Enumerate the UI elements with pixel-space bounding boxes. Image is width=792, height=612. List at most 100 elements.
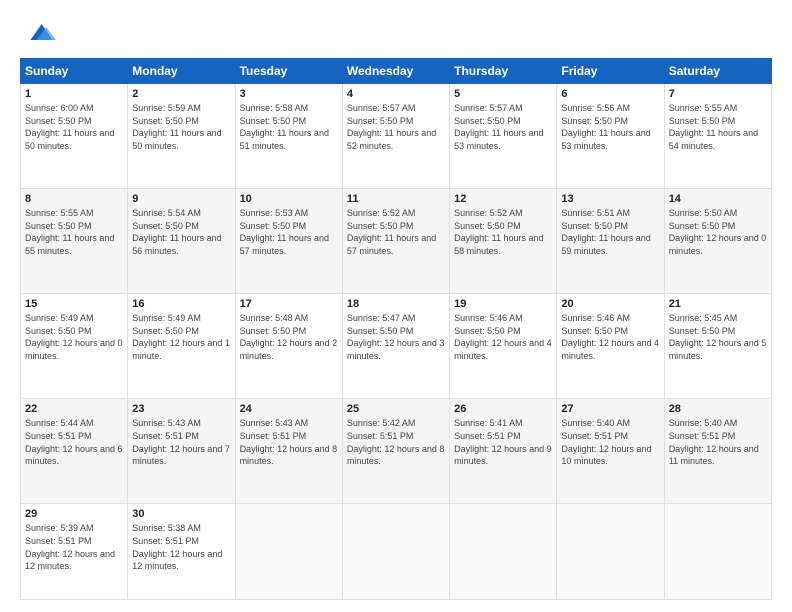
day-number: 22 xyxy=(25,403,123,415)
calendar-cell: 19 Sunrise: 5:46 AMSunset: 5:50 PMDayligh… xyxy=(450,294,557,399)
calendar-cell: 16Sunrise: 5:49 AMSunset: 5:50 PMDayligh… xyxy=(128,294,235,399)
calendar-cell: 9 Sunrise: 5:54 AMSunset: 5:50 PMDaylight… xyxy=(128,189,235,294)
calendar-cell: 21 Sunrise: 5:45 AMSunset: 5:50 PMDayligh… xyxy=(664,294,771,399)
day-info: Sunrise: 5:53 AMSunset: 5:50 PMDaylight:… xyxy=(240,207,338,257)
day-number: 8 xyxy=(25,193,123,205)
calendar-cell xyxy=(450,504,557,600)
day-info: Sunrise: 5:55 AMSunset: 5:50 PMDaylight:… xyxy=(669,102,767,152)
calendar-cell: 8 Sunrise: 5:55 AMSunset: 5:50 PMDaylight… xyxy=(21,189,128,294)
day-info: Sunrise: 5:51 AMSunset: 5:50 PMDaylight:… xyxy=(561,207,659,257)
calendar-cell: 22 Sunrise: 5:44 AMSunset: 5:51 PMDayligh… xyxy=(21,399,128,504)
calendar-cell: 29Sunrise: 5:39 AMSunset: 5:51 PMDayligh… xyxy=(21,504,128,600)
column-header-sunday: Sunday xyxy=(21,59,128,84)
calendar-cell: 27 Sunrise: 5:40 AMSunset: 5:51 PMDayligh… xyxy=(557,399,664,504)
day-info: Sunrise: 5:46 AMSunset: 5:50 PMDaylight:… xyxy=(454,312,552,362)
calendar-week-row: 8 Sunrise: 5:55 AMSunset: 5:50 PMDaylight… xyxy=(21,189,772,294)
day-number: 21 xyxy=(669,298,767,310)
day-number: 23 xyxy=(132,403,230,415)
day-info: Sunrise: 5:50 AMSunset: 5:50 PMDaylight:… xyxy=(669,207,767,257)
day-info: Sunrise: 5:48 AMSunset: 5:50 PMDaylight:… xyxy=(240,312,338,362)
calendar-cell: 25 Sunrise: 5:42 AMSunset: 5:51 PMDayligh… xyxy=(342,399,449,504)
column-header-thursday: Thursday xyxy=(450,59,557,84)
day-number: 29 xyxy=(25,508,123,520)
calendar-cell: 10 Sunrise: 5:53 AMSunset: 5:50 PMDayligh… xyxy=(235,189,342,294)
day-info: Sunrise: 5:49 AMSunset: 5:50 PMDaylight:… xyxy=(132,312,230,362)
day-number: 3 xyxy=(240,88,338,100)
day-number: 7 xyxy=(669,88,767,100)
day-number: 4 xyxy=(347,88,445,100)
column-header-wednesday: Wednesday xyxy=(342,59,449,84)
calendar-cell: 18 Sunrise: 5:47 AMSunset: 5:50 PMDayligh… xyxy=(342,294,449,399)
day-info: Sunrise: 5:47 AMSunset: 5:50 PMDaylight:… xyxy=(347,312,445,362)
column-header-saturday: Saturday xyxy=(664,59,771,84)
calendar-week-row: 29Sunrise: 5:39 AMSunset: 5:51 PMDayligh… xyxy=(21,504,772,600)
day-info: Sunrise: 5:43 AMSunset: 5:51 PMDaylight:… xyxy=(132,417,230,467)
calendar-week-row: 22 Sunrise: 5:44 AMSunset: 5:51 PMDayligh… xyxy=(21,399,772,504)
calendar-cell xyxy=(664,504,771,600)
day-info: Sunrise: 5:46 AMSunset: 5:50 PMDaylight:… xyxy=(561,312,659,362)
calendar-cell: 7 Sunrise: 5:55 AMSunset: 5:50 PMDaylight… xyxy=(664,84,771,189)
calendar-cell: 3 Sunrise: 5:58 AMSunset: 5:50 PMDaylight… xyxy=(235,84,342,189)
calendar-cell: 15 Sunrise: 5:49 AMSunset: 5:50 PMDayligh… xyxy=(21,294,128,399)
day-info: Sunrise: 5:55 AMSunset: 5:50 PMDaylight:… xyxy=(25,207,123,257)
calendar-cell: 13 Sunrise: 5:51 AMSunset: 5:50 PMDayligh… xyxy=(557,189,664,294)
logo xyxy=(20,16,56,48)
column-header-friday: Friday xyxy=(557,59,664,84)
day-info: Sunrise: 5:58 AMSunset: 5:50 PMDaylight:… xyxy=(240,102,338,152)
day-info: Sunrise: 5:57 AMSunset: 5:50 PMDaylight:… xyxy=(347,102,445,152)
day-info: Sunrise: 5:54 AMSunset: 5:50 PMDaylight:… xyxy=(132,207,230,257)
day-info: Sunrise: 5:40 AMSunset: 5:51 PMDaylight:… xyxy=(561,417,659,467)
column-header-tuesday: Tuesday xyxy=(235,59,342,84)
day-number: 11 xyxy=(347,193,445,205)
day-number: 26 xyxy=(454,403,552,415)
day-number: 10 xyxy=(240,193,338,205)
day-number: 19 xyxy=(454,298,552,310)
day-info: Sunrise: 5:38 AMSunset: 5:51 PMDaylight:… xyxy=(132,522,230,572)
column-header-monday: Monday xyxy=(128,59,235,84)
calendar-cell: 11Sunrise: 5:52 AMSunset: 5:50 PMDayligh… xyxy=(342,189,449,294)
day-info: Sunrise: 5:56 AMSunset: 5:50 PMDaylight:… xyxy=(561,102,659,152)
calendar-cell: 14 Sunrise: 5:50 AMSunset: 5:50 PMDayligh… xyxy=(664,189,771,294)
calendar-week-row: 15 Sunrise: 5:49 AMSunset: 5:50 PMDayligh… xyxy=(21,294,772,399)
calendar-cell xyxy=(557,504,664,600)
day-info: Sunrise: 5:43 AMSunset: 5:51 PMDaylight:… xyxy=(240,417,338,467)
calendar-header-row: SundayMondayTuesdayWednesdayThursdayFrid… xyxy=(21,59,772,84)
header xyxy=(20,16,772,48)
day-number: 18 xyxy=(347,298,445,310)
day-info: Sunrise: 5:45 AMSunset: 5:50 PMDaylight:… xyxy=(669,312,767,362)
calendar-week-row: 1Sunrise: 6:00 AMSunset: 5:50 PMDaylight… xyxy=(21,84,772,189)
day-number: 24 xyxy=(240,403,338,415)
calendar-cell: 2 Sunrise: 5:59 AMSunset: 5:50 PMDaylight… xyxy=(128,84,235,189)
calendar-cell: 24 Sunrise: 5:43 AMSunset: 5:51 PMDayligh… xyxy=(235,399,342,504)
calendar-cell: 26Sunrise: 5:41 AMSunset: 5:51 PMDayligh… xyxy=(450,399,557,504)
calendar-cell xyxy=(342,504,449,600)
calendar-cell: 1Sunrise: 6:00 AMSunset: 5:50 PMDaylight… xyxy=(21,84,128,189)
day-info: Sunrise: 5:49 AMSunset: 5:50 PMDaylight:… xyxy=(25,312,123,362)
day-info: Sunrise: 5:40 AMSunset: 5:51 PMDaylight:… xyxy=(669,417,767,467)
day-number: 27 xyxy=(561,403,659,415)
day-number: 2 xyxy=(132,88,230,100)
day-number: 28 xyxy=(669,403,767,415)
calendar-page: SundayMondayTuesdayWednesdayThursdayFrid… xyxy=(0,0,792,612)
day-number: 9 xyxy=(132,193,230,205)
day-number: 13 xyxy=(561,193,659,205)
calendar-cell: 23 Sunrise: 5:43 AMSunset: 5:51 PMDayligh… xyxy=(128,399,235,504)
calendar-cell: 17 Sunrise: 5:48 AMSunset: 5:50 PMDayligh… xyxy=(235,294,342,399)
day-number: 30 xyxy=(132,508,230,520)
day-info: Sunrise: 5:59 AMSunset: 5:50 PMDaylight:… xyxy=(132,102,230,152)
calendar-cell: 5Sunrise: 5:57 AMSunset: 5:50 PMDaylight… xyxy=(450,84,557,189)
day-number: 1 xyxy=(25,88,123,100)
day-number: 14 xyxy=(669,193,767,205)
calendar-table: SundayMondayTuesdayWednesdayThursdayFrid… xyxy=(20,58,772,600)
day-number: 12 xyxy=(454,193,552,205)
day-info: Sunrise: 5:44 AMSunset: 5:51 PMDaylight:… xyxy=(25,417,123,467)
day-number: 25 xyxy=(347,403,445,415)
day-info: Sunrise: 5:42 AMSunset: 5:51 PMDaylight:… xyxy=(347,417,445,467)
calendar-cell: 12 Sunrise: 5:52 AMSunset: 5:50 PMDayligh… xyxy=(450,189,557,294)
day-info: Sunrise: 5:52 AMSunset: 5:50 PMDaylight:… xyxy=(454,207,552,257)
day-number: 5 xyxy=(454,88,552,100)
day-number: 15 xyxy=(25,298,123,310)
day-number: 20 xyxy=(561,298,659,310)
day-number: 17 xyxy=(240,298,338,310)
logo-icon xyxy=(24,16,56,48)
